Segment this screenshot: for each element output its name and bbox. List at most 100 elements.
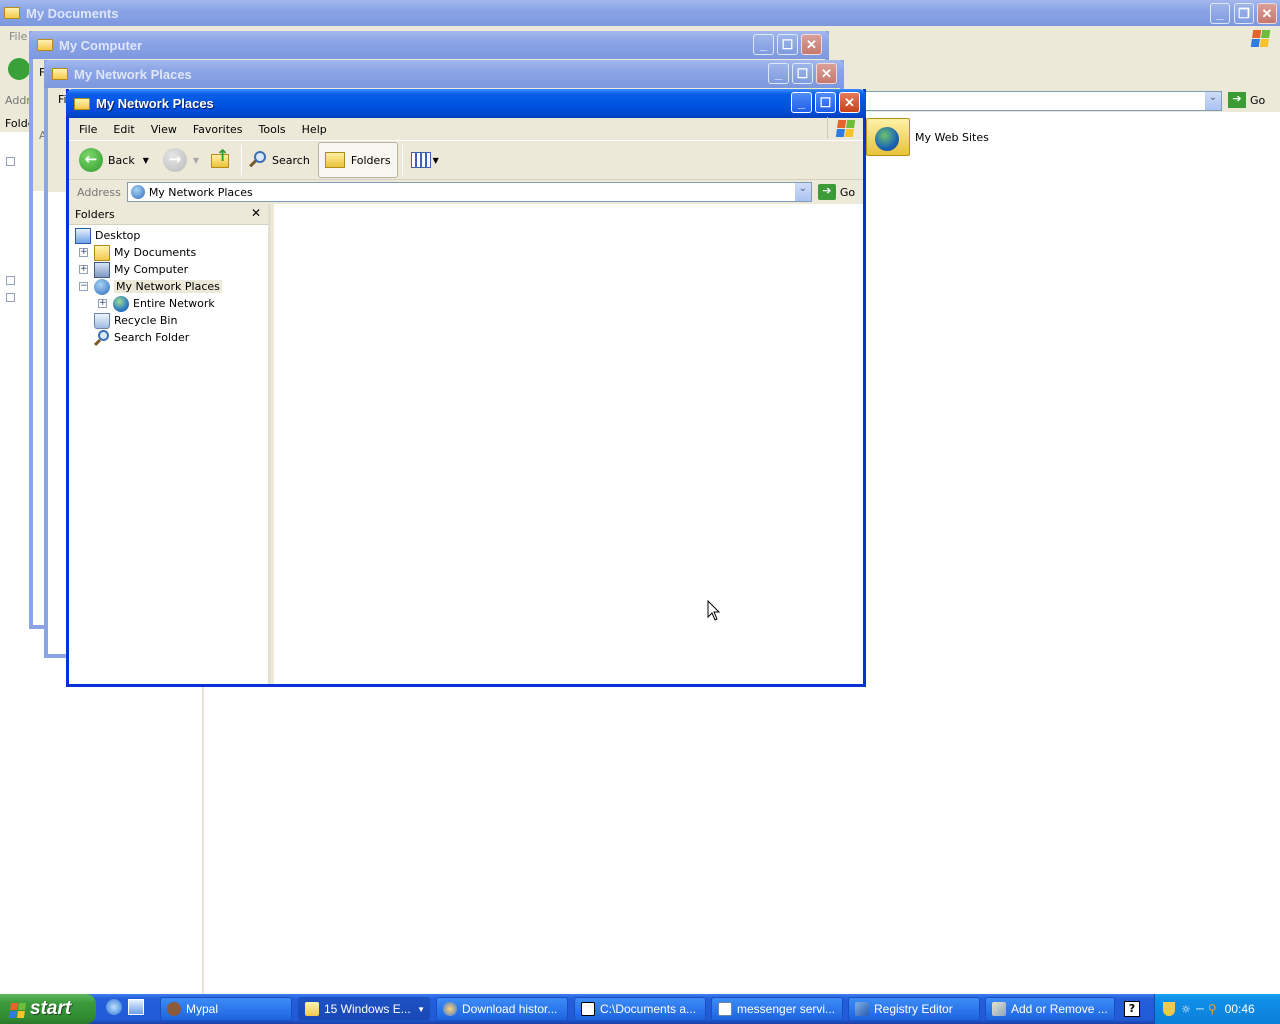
menu-file[interactable]: File <box>71 123 105 136</box>
mouse-cursor-icon <box>707 599 721 625</box>
help-icon[interactable]: ? <box>1124 1001 1140 1017</box>
content-pane[interactable] <box>274 204 863 684</box>
close-pane-icon[interactable]: ✕ <box>251 206 261 220</box>
close-button[interactable]: ✕ <box>801 34 822 55</box>
toolbar-separator <box>401 145 403 175</box>
search-icon <box>248 150 268 170</box>
task-label: C:\Documents a... <box>600 1002 697 1016</box>
task-label: messenger servi... <box>737 1002 836 1016</box>
network-places-back-titlebar[interactable]: My Network Places _ ☐ ✕ <box>44 60 844 88</box>
expand-icon[interactable]: + <box>98 299 107 308</box>
chevron-down-icon[interactable]: ⌄ <box>1205 92 1221 110</box>
tree-expander[interactable] <box>6 157 15 166</box>
tree-item-entire-network[interactable]: + Entire Network <box>98 295 215 312</box>
menu-bar: File Edit View Favorites Tools Help <box>71 120 335 138</box>
go-button[interactable]: ➔ Go <box>817 184 855 200</box>
taskbar-item-7zip[interactable]: C:\Documents a... <box>574 997 706 1021</box>
internet-explorer-icon[interactable] <box>106 999 122 1015</box>
menu-view[interactable]: View <box>143 123 185 136</box>
tree-label: My Computer <box>114 263 189 276</box>
views-icon <box>410 152 431 168</box>
registry-icon <box>855 1002 869 1016</box>
tree-item-my-documents[interactable]: + My Documents <box>79 244 196 261</box>
close-button[interactable]: ✕ <box>839 92 860 113</box>
quick-launch <box>106 999 144 1015</box>
group-dropdown-icon[interactable]: ▼ <box>417 1005 425 1014</box>
minimize-button[interactable]: _ <box>753 34 774 55</box>
search-button[interactable]: Search <box>248 150 310 170</box>
address-field[interactable]: ⌄ <box>860 91 1222 111</box>
back-arrow-icon: ← <box>79 148 103 172</box>
views-button[interactable]: ▼ <box>410 152 439 168</box>
collapse-icon[interactable]: − <box>79 282 88 291</box>
taskbar-item-messenger-service[interactable]: messenger servi... <box>711 997 843 1021</box>
taskbar-item-mypal[interactable]: Mypal <box>160 997 292 1021</box>
network-places-window[interactable]: My Network Places _ ☐ ✕ File Edit View F… <box>66 89 866 687</box>
tree-item-my-network-places[interactable]: − My Network Places <box>79 278 222 295</box>
browser-icon <box>443 1002 457 1016</box>
close-button[interactable]: ✕ <box>1257 3 1277 24</box>
back-dropdown-icon[interactable]: ▼ <box>143 156 149 165</box>
network-tray-icon[interactable]: ☼ <box>1181 1003 1191 1016</box>
tree-label: My Documents <box>114 246 197 259</box>
minimize-button[interactable]: _ <box>1210 3 1230 24</box>
maximize-button[interactable]: ☐ <box>815 92 836 113</box>
menu-help[interactable]: Help <box>294 123 335 136</box>
task-label: Download histor... <box>462 1002 558 1016</box>
my-web-sites-item[interactable]: My Web Sites <box>866 118 989 156</box>
menu-edit[interactable]: Edit <box>105 123 142 136</box>
taskbar-item-windows-explorer[interactable]: 15 Windows E... ▼ <box>298 997 430 1021</box>
maximize-button[interactable]: ☐ <box>777 34 798 55</box>
volume-tray-icon[interactable]: ⎓ <box>1196 1004 1204 1015</box>
my-documents-titlebar[interactable]: My Documents _ ❐ ✕ <box>0 0 1280 26</box>
recycle-bin-icon <box>94 312 110 329</box>
globe-icon <box>113 295 129 312</box>
go-button[interactable]: ➔ Go <box>1228 92 1265 108</box>
address-field[interactable]: My Network Places ⌄ <box>126 182 812 202</box>
folders-icon <box>324 152 345 168</box>
back-button[interactable]: ← Back ▼ <box>79 148 149 172</box>
tree-expander[interactable] <box>6 276 15 285</box>
desktop-icon <box>75 227 91 244</box>
menu-file[interactable]: File <box>9 30 27 43</box>
restore-button[interactable]: ❐ <box>1234 3 1254 24</box>
my-computer-titlebar[interactable]: My Computer _ ☐ ✕ <box>29 31 829 59</box>
minimize-button[interactable]: _ <box>791 92 812 113</box>
chevron-down-icon[interactable]: ⌄ <box>794 183 811 201</box>
task-label: 15 Windows E... <box>324 1002 411 1016</box>
search-tray-icon[interactable]: ⚲ <box>1208 1002 1217 1016</box>
maximize-button[interactable]: ☐ <box>792 63 813 84</box>
forward-arrow-icon: → <box>162 148 187 172</box>
expand-icon[interactable]: + <box>79 248 88 257</box>
close-button[interactable]: ✕ <box>816 63 837 84</box>
network-places-titlebar[interactable]: My Network Places _ ☐ ✕ <box>66 89 866 118</box>
forward-dropdown-icon[interactable]: ▼ <box>193 156 199 165</box>
security-shield-icon[interactable] <box>1163 1002 1175 1016</box>
clock[interactable]: 00:46 <box>1225 1002 1255 1016</box>
back-icon[interactable] <box>8 58 30 80</box>
windows-logo-icon <box>827 117 863 139</box>
tree-item-search-folder[interactable]: Search Folder <box>93 329 189 346</box>
menu-favorites[interactable]: Favorites <box>185 123 251 136</box>
taskbar-item-download-history[interactable]: Download histor... <box>436 997 568 1021</box>
up-folder-button[interactable]: ↑ <box>209 146 233 172</box>
network-places-icon <box>94 278 110 295</box>
tree-item-desktop[interactable]: Desktop <box>75 227 140 244</box>
minimize-button[interactable]: _ <box>768 63 789 84</box>
tree-expander[interactable] <box>6 293 15 302</box>
forward-button[interactable]: → ▼ <box>162 148 199 172</box>
search-folder-icon <box>93 329 110 346</box>
window-title: My Network Places <box>74 66 192 82</box>
folders-button[interactable]: Folders <box>317 142 398 178</box>
expand-icon[interactable]: + <box>79 265 88 274</box>
start-button[interactable]: start <box>0 994 96 1024</box>
address-label: Address <box>77 185 121 199</box>
tree-item-my-computer[interactable]: + My Computer <box>79 261 188 278</box>
tree-item-recycle-bin[interactable]: Recycle Bin <box>94 312 177 329</box>
show-desktop-icon[interactable] <box>128 999 144 1015</box>
taskbar-item-add-remove[interactable]: Add or Remove ... <box>985 997 1115 1021</box>
menu-tools[interactable]: Tools <box>251 123 294 136</box>
window-title: My Documents <box>26 5 119 21</box>
taskbar-item-registry-editor[interactable]: Registry Editor <box>848 997 980 1021</box>
views-dropdown-icon: ▼ <box>432 155 439 165</box>
